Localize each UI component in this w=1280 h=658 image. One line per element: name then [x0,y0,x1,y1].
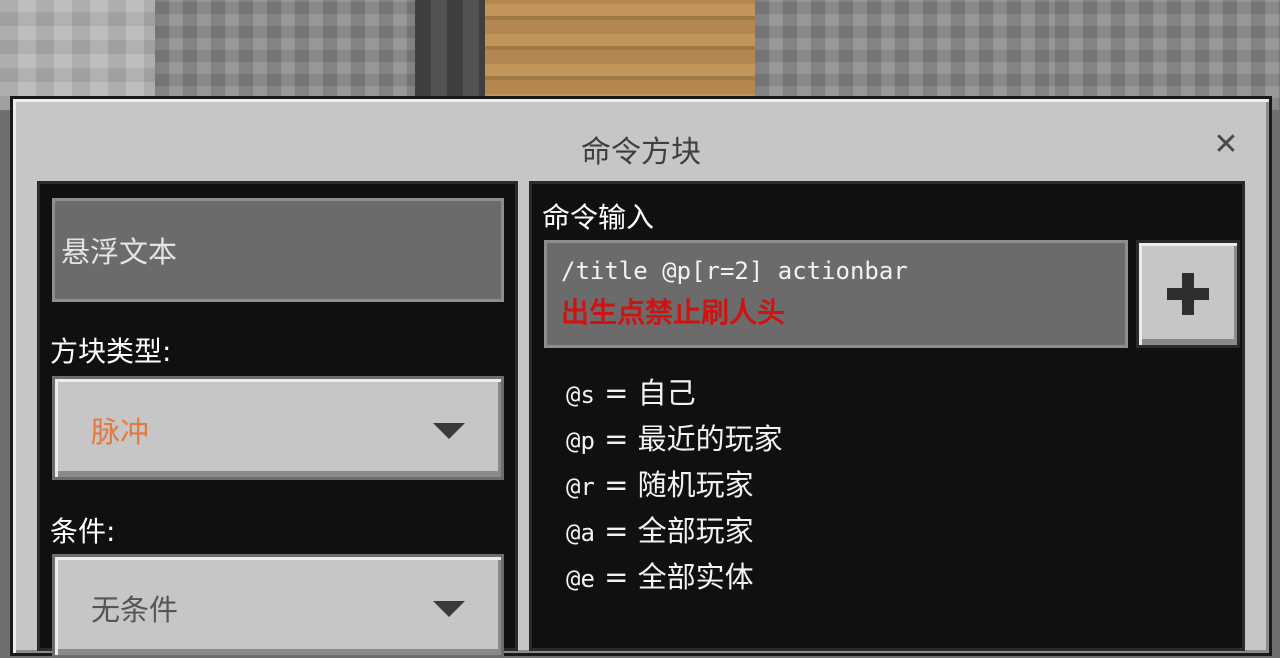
help-row: @r = 随机玩家 [566,462,783,508]
help-row: @s = 自己 [566,370,783,416]
help-eq: = [604,514,629,548]
close-button[interactable]: ✕ [1209,126,1243,162]
block [415,0,485,110]
help-selector: @a [566,519,595,547]
block-type-dropdown[interactable]: 脉冲 [52,376,504,480]
block-type-label: 方块类型: [50,335,172,368]
settings-panel: 悬浮文本 方块类型: 脉冲 条件: 无条件 [37,181,518,658]
command-text-line-colored: 出生点禁止刷人头 [561,296,786,329]
help-eq: = [604,376,629,410]
help-desc: 全部玩家 [637,514,754,548]
close-icon: ✕ [1213,126,1239,162]
selector-help-list: @s = 自己 @p = 最近的玩家 @r = 随机玩家 @a = 全部玩家 @… [566,370,783,600]
command-input-label: 命令输入 [542,201,655,234]
help-row: @a = 全部玩家 [566,508,783,554]
help-selector: @e [566,565,595,593]
command-input[interactable]: /title @p[r=2] actionbar 出生点禁止刷人头 [544,240,1128,348]
plus-icon [1167,273,1209,315]
help-eq: = [604,468,629,502]
help-eq: = [604,422,629,456]
help-selector: @r [566,473,595,501]
help-desc: 全部实体 [637,560,754,594]
help-desc: 随机玩家 [637,468,754,502]
chevron-down-icon [433,423,465,439]
help-desc: 最近的玩家 [637,422,783,456]
help-row: @e = 全部实体 [566,554,783,600]
condition-label: 条件: [50,515,116,548]
command-text-line: /title @p[r=2] actionbar [561,257,908,285]
block [0,0,155,110]
help-selector: @p [566,427,595,455]
help-desc: 自己 [637,376,696,410]
hover-text-field[interactable]: 悬浮文本 [52,198,504,302]
help-row: @p = 最近的玩家 [566,416,783,462]
world-background [0,0,1280,110]
help-eq: = [604,560,629,594]
condition-dropdown[interactable]: 无条件 [52,554,504,658]
help-selector: @s [566,381,595,409]
command-block-dialog: 命令方块 ✕ 悬浮文本 方块类型: 脉冲 条件: 无条件 命令输入 /title… [10,96,1272,658]
block [155,0,415,110]
block [485,0,755,110]
block [1055,0,1280,110]
dialog-title: 命令方块 [581,135,701,170]
command-panel: 命令输入 /title @p[r=2] actionbar 出生点禁止刷人头 @… [529,181,1245,651]
block [755,0,1055,110]
condition-value: 无条件 [91,593,179,627]
add-button[interactable] [1136,240,1240,348]
block-type-value: 脉冲 [91,415,150,449]
chevron-down-icon [433,601,465,617]
